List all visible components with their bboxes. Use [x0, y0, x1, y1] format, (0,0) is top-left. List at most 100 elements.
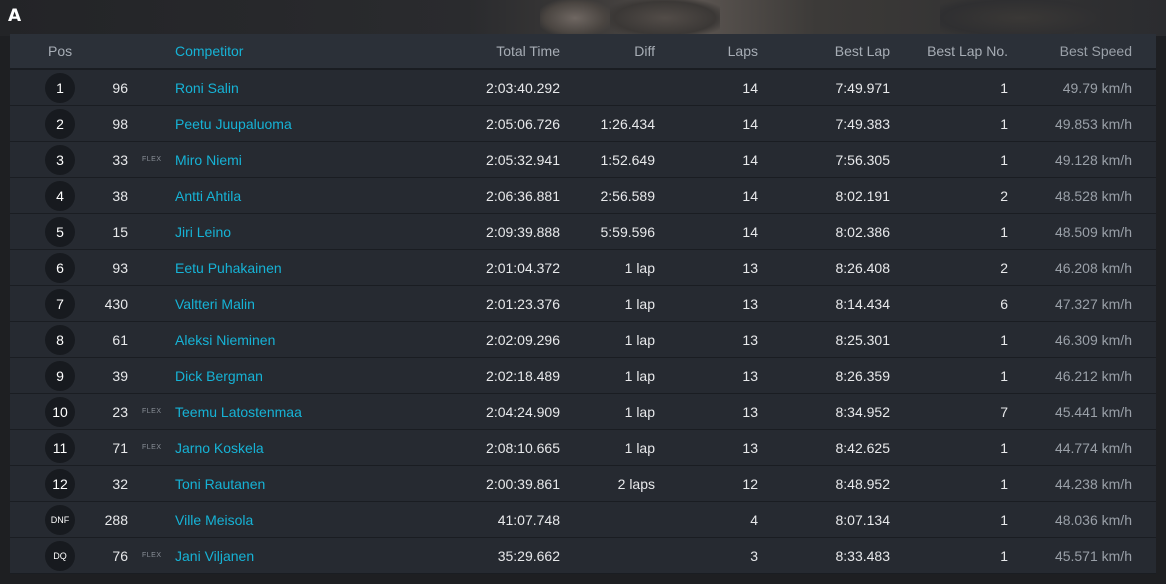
best-speed: 49.853 km/h — [1054, 116, 1132, 132]
table-row[interactable]: 1 96 Roni Salin 2:03:40.292 14 7:49.971 1 49.79… — [10, 70, 1156, 106]
best-lap-number: 1 — [1000, 152, 1008, 168]
competitor-name-link[interactable]: Roni Salin — [175, 80, 239, 96]
best-lap-number: 1 — [1000, 80, 1008, 96]
competitor-name-link[interactable]: Aleksi Nieminen — [175, 332, 275, 348]
total-time: 41:07.748 — [497, 512, 560, 528]
laps: 4 — [750, 512, 758, 528]
best-lap-number: 1 — [1000, 440, 1008, 456]
bib-number: 288 — [104, 512, 128, 528]
best-speed: 48.509 km/h — [1054, 224, 1132, 240]
header-diff[interactable]: Diff — [570, 43, 655, 59]
best-speed: 46.208 km/h — [1054, 260, 1132, 276]
laps: 13 — [742, 440, 758, 456]
diff: 2:56.589 — [600, 188, 656, 204]
best-lap: 8:02.191 — [835, 188, 891, 204]
table-row[interactable]: DNF 288 Ville Meisola 41:07.748 4 8:07.134 1 48… — [10, 502, 1156, 538]
competitor-name-link[interactable]: Antti Ahtila — [175, 188, 241, 204]
bib-number: 33 — [112, 152, 128, 168]
table-row[interactable]: 12 32 Toni Rautanen 2:00:39.861 2 laps 12 8:48… — [10, 466, 1156, 502]
competitor-name-link[interactable]: Peetu Juupaluoma — [175, 116, 292, 132]
table-row[interactable]: 10 23 FLEX Teemu Latostenmaa 2:04:24.909 1 la… — [10, 394, 1156, 430]
best-lap-number: 1 — [1000, 512, 1008, 528]
position-badge: 10 — [45, 397, 75, 427]
flex-tag: FLEX — [142, 444, 162, 451]
header-pos[interactable]: Pos — [48, 43, 72, 59]
header-total-time[interactable]: Total Time — [440, 43, 560, 59]
best-lap-number: 1 — [1000, 332, 1008, 348]
bib-number: 96 — [112, 80, 128, 96]
photo-detail — [940, 0, 1100, 36]
competitor-name-link[interactable]: Jarno Koskela — [175, 440, 264, 456]
competitor-name-link[interactable]: Miro Niemi — [175, 152, 242, 168]
bib-number: 71 — [112, 440, 128, 456]
table-row[interactable]: 6 93 Eetu Puhakainen 2:01:04.372 1 lap 13 8:26… — [10, 250, 1156, 286]
table-row[interactable]: 11 71 FLEX Jarno Koskela 2:08:10.665 1 lap 13 8… — [10, 430, 1156, 466]
laps: 3 — [750, 548, 758, 564]
header-background-photo — [0, 0, 1166, 36]
best-lap-number: 1 — [1000, 548, 1008, 564]
position-badge: DNF — [45, 505, 75, 535]
diff: 1 lap — [624, 296, 655, 312]
table-row[interactable]: 7 430 Valtteri Malin 2:01:23.376 1 lap 13 8:14… — [10, 286, 1156, 322]
bib-number: 61 — [112, 332, 128, 348]
competitor-name-link[interactable]: Valtteri Malin — [175, 296, 255, 312]
best-speed: 44.774 km/h — [1054, 440, 1132, 456]
position-badge: 8 — [45, 325, 75, 355]
diff: 1 lap — [624, 260, 655, 276]
best-lap-number: 1 — [1000, 224, 1008, 240]
bib-number: 23 — [112, 404, 128, 420]
competitor-name-link[interactable]: Eetu Puhakainen — [175, 260, 282, 276]
competitor-name-link[interactable]: Jani Viljanen — [175, 548, 254, 564]
best-lap-number: 7 — [1000, 404, 1008, 420]
diff: 5:59.596 — [600, 224, 656, 240]
bib-number: 39 — [112, 368, 128, 384]
competitor-name-link[interactable]: Dick Bergman — [175, 368, 263, 384]
position-badge: 4 — [45, 181, 75, 211]
best-lap-number: 1 — [1000, 116, 1008, 132]
best-lap-number: 6 — [1000, 296, 1008, 312]
best-speed: 46.309 km/h — [1054, 332, 1132, 348]
header-best-speed[interactable]: Best Speed — [1010, 43, 1132, 59]
competitor-name-link[interactable]: Teemu Latostenmaa — [175, 404, 302, 420]
header-best-lap[interactable]: Best Lap — [770, 43, 890, 59]
best-lap: 8:26.408 — [835, 260, 891, 276]
table-row[interactable]: DQ 76 FLEX Jani Viljanen 35:29.662 3 8:33.483 1… — [10, 538, 1156, 574]
flex-tag: FLEX — [142, 552, 162, 559]
header-laps[interactable]: Laps — [690, 43, 758, 59]
best-lap: 8:42.625 — [835, 440, 891, 456]
table-row[interactable]: 8 61 Aleksi Nieminen 2:02:09.296 1 lap 13 8:25… — [10, 322, 1156, 358]
results-table: Pos Competitor Total Time Diff Laps Best… — [10, 34, 1156, 574]
competitor-name-link[interactable]: Toni Rautanen — [175, 476, 265, 492]
photo-detail — [610, 0, 720, 36]
competitor-name-link[interactable]: Jiri Leino — [175, 224, 231, 240]
best-speed: 49.79 km/h — [1062, 80, 1132, 96]
position-badge: 9 — [45, 361, 75, 391]
best-lap: 8:14.434 — [835, 296, 891, 312]
total-time: 2:01:04.372 — [486, 260, 560, 276]
table-row[interactable]: 3 33 FLEX Miro Niemi 2:05:32.941 1:52.649 14 7:… — [10, 142, 1156, 178]
best-speed: 46.212 km/h — [1054, 368, 1132, 384]
bib-number: 15 — [112, 224, 128, 240]
total-time: 2:05:32.941 — [486, 152, 560, 168]
table-row[interactable]: 5 15 Jiri Leino 2:09:39.888 5:59.596 14 8:02.3… — [10, 214, 1156, 250]
bib-number: 430 — [104, 296, 128, 312]
header-competitor[interactable]: Competitor — [175, 43, 243, 59]
total-time: 2:01:23.376 — [486, 296, 560, 312]
total-time: 2:08:10.665 — [486, 440, 560, 456]
laps: 13 — [742, 296, 758, 312]
flex-tag: FLEX — [142, 156, 162, 163]
laps: 14 — [742, 152, 758, 168]
table-row[interactable]: 9 39 Dick Bergman 2:02:18.489 1 lap 13 8:26.35… — [10, 358, 1156, 394]
total-time: 2:05:06.726 — [486, 116, 560, 132]
best-lap: 8:48.952 — [835, 476, 891, 492]
position-badge: 11 — [45, 433, 75, 463]
header-best-lap-no[interactable]: Best Lap No. — [910, 43, 1008, 59]
best-lap: 8:07.134 — [835, 512, 891, 528]
bib-number: 98 — [112, 116, 128, 132]
competitor-name-link[interactable]: Ville Meisola — [175, 512, 253, 528]
laps: 14 — [742, 224, 758, 240]
diff: 1:52.649 — [600, 152, 656, 168]
table-row[interactable]: 2 98 Peetu Juupaluoma 2:05:06.726 1:26.434 14… — [10, 106, 1156, 142]
best-lap: 8:02.386 — [835, 224, 891, 240]
table-row[interactable]: 4 38 Antti Ahtila 2:06:36.881 2:56.589 14 8:02… — [10, 178, 1156, 214]
